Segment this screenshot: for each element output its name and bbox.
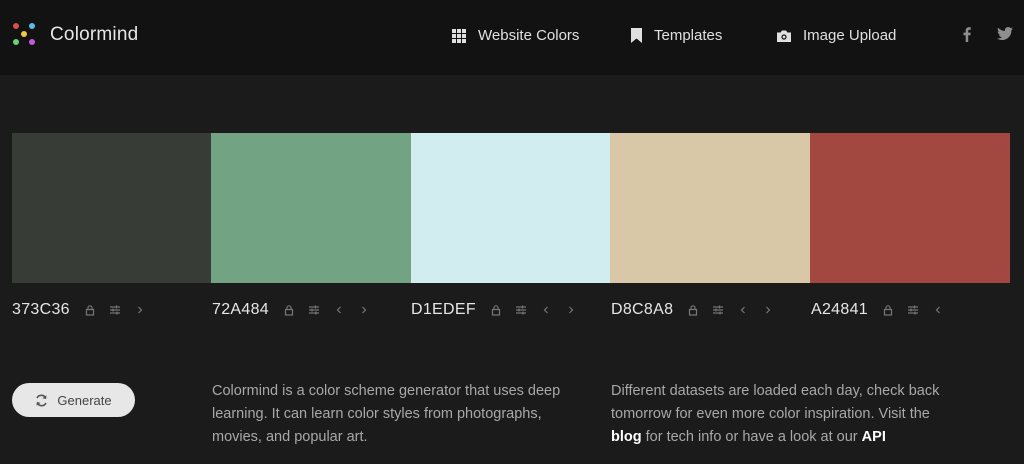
color-swatch[interactable] bbox=[411, 133, 610, 283]
color-swatch[interactable] bbox=[810, 133, 1010, 283]
nav-label: Image Upload bbox=[803, 27, 897, 44]
nav-website-colors[interactable]: Website Colors bbox=[452, 27, 579, 44]
hex-code[interactable]: A24841 bbox=[811, 301, 868, 319]
generate-label: Generate bbox=[57, 392, 112, 408]
color-swatch[interactable] bbox=[211, 133, 411, 283]
chevron-left-icon[interactable] bbox=[333, 304, 345, 316]
adjust-icon[interactable] bbox=[907, 304, 919, 316]
nav-label: Templates bbox=[654, 27, 723, 44]
hex-code[interactable]: D8C8A8 bbox=[611, 301, 673, 319]
bookmark-icon bbox=[631, 28, 642, 43]
datasets-text-2: for tech info or have a look at our bbox=[645, 429, 858, 445]
adjust-icon[interactable] bbox=[712, 304, 724, 316]
chevron-left-icon[interactable] bbox=[540, 304, 552, 316]
chevron-left-icon[interactable] bbox=[737, 304, 749, 316]
nav-label: Website Colors bbox=[478, 27, 580, 44]
top-bar: Colormind Website Colors Templates Image… bbox=[0, 0, 1024, 75]
lock-icon[interactable] bbox=[687, 304, 699, 316]
brand-name: Colormind bbox=[50, 24, 139, 45]
swatch-info: D1EDEF bbox=[411, 298, 590, 322]
swatch-controls-row: 373C36 72A484 D1EDEF D8C8A8 A24841 bbox=[0, 298, 1024, 322]
colormind-logo-icon bbox=[12, 22, 38, 48]
chevron-right-icon[interactable] bbox=[762, 304, 774, 316]
nav-image-upload[interactable]: Image Upload bbox=[777, 27, 896, 44]
blog-link[interactable]: blog bbox=[611, 429, 642, 445]
facebook-icon[interactable] bbox=[963, 27, 971, 47]
adjust-icon[interactable] bbox=[515, 304, 527, 316]
lock-icon[interactable] bbox=[283, 304, 295, 316]
color-swatch[interactable] bbox=[12, 133, 211, 283]
datasets-text: Different datasets are loaded each day, … bbox=[611, 380, 961, 449]
hex-code[interactable]: 373C36 bbox=[12, 301, 70, 319]
hex-code[interactable]: D1EDEF bbox=[411, 301, 476, 319]
swatch-info: D8C8A8 bbox=[611, 298, 787, 322]
hex-code[interactable]: 72A484 bbox=[212, 301, 269, 319]
lock-icon[interactable] bbox=[84, 304, 96, 316]
lock-icon[interactable] bbox=[882, 304, 894, 316]
swatch-info: A24841 bbox=[811, 298, 957, 322]
lock-icon[interactable] bbox=[490, 304, 502, 316]
twitter-icon[interactable] bbox=[997, 27, 1013, 46]
color-swatch[interactable] bbox=[610, 133, 810, 283]
camera-icon bbox=[777, 30, 791, 42]
color-palette bbox=[12, 133, 1010, 283]
api-link[interactable]: API bbox=[862, 429, 886, 445]
chevron-left-icon[interactable] bbox=[932, 304, 944, 316]
chevron-right-icon[interactable] bbox=[134, 304, 146, 316]
chevron-right-icon[interactable] bbox=[358, 304, 370, 316]
nav-templates[interactable]: Templates bbox=[631, 27, 722, 44]
adjust-icon[interactable] bbox=[308, 304, 320, 316]
refresh-icon bbox=[36, 394, 48, 406]
generate-button[interactable]: Generate bbox=[12, 383, 135, 417]
about-text: Colormind is a color scheme generator th… bbox=[212, 383, 561, 445]
chevron-right-icon[interactable] bbox=[565, 304, 577, 316]
brand[interactable]: Colormind bbox=[12, 22, 138, 48]
grid-icon bbox=[452, 28, 466, 43]
datasets-text-1: Different datasets are loaded each day, … bbox=[611, 383, 940, 422]
swatch-info: 373C36 bbox=[12, 298, 159, 322]
adjust-icon[interactable] bbox=[109, 304, 121, 316]
swatch-info: 72A484 bbox=[212, 298, 383, 322]
